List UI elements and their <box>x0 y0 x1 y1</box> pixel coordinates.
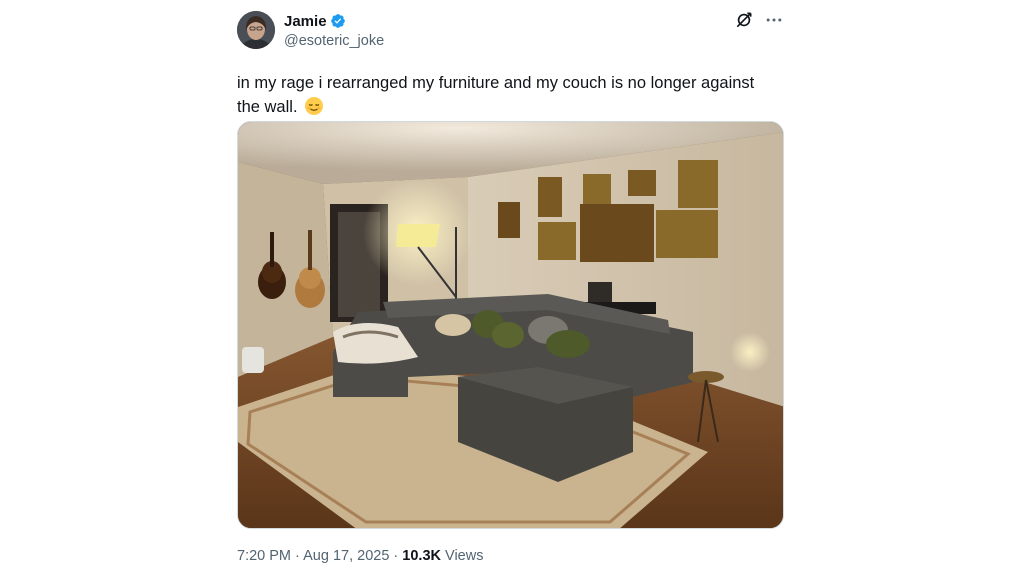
living-room-photo <box>238 122 783 528</box>
more-icon[interactable] <box>764 10 784 30</box>
relieved-face-emoji <box>304 96 324 123</box>
meta-separator: · <box>295 548 300 564</box>
tweet-card: Jamie @esoteric_joke in my rage i rearra… <box>237 10 784 564</box>
tweet-text: in my rage i rearranged my furniture and… <box>237 71 777 123</box>
display-name[interactable]: Jamie <box>284 13 327 30</box>
views-label: Views <box>445 548 484 564</box>
tweet-meta: 7:20 PM · Aug 17, 2025 · 10.3K Views <box>237 548 483 564</box>
page: Jamie @esoteric_joke in my rage i rearra… <box>0 0 1024 576</box>
avatar[interactable] <box>237 11 275 49</box>
avatar-photo <box>237 11 275 49</box>
tweet-time[interactable]: 7:20 PM <box>237 548 291 564</box>
author-names: Jamie @esoteric_joke <box>284 12 384 50</box>
tweet-header: Jamie @esoteric_joke <box>237 10 784 52</box>
tweet-photo[interactable] <box>237 121 784 529</box>
verified-badge-icon <box>330 13 346 29</box>
handle[interactable]: @esoteric_joke <box>284 33 384 49</box>
display-name-row: Jamie <box>284 12 384 30</box>
meta-separator-2: · <box>393 548 399 564</box>
header-actions <box>734 10 784 30</box>
grok-icon[interactable] <box>734 10 754 30</box>
tweet-date[interactable]: Aug 17, 2025 <box>303 548 389 564</box>
views-count: 10.3K <box>402 548 441 564</box>
